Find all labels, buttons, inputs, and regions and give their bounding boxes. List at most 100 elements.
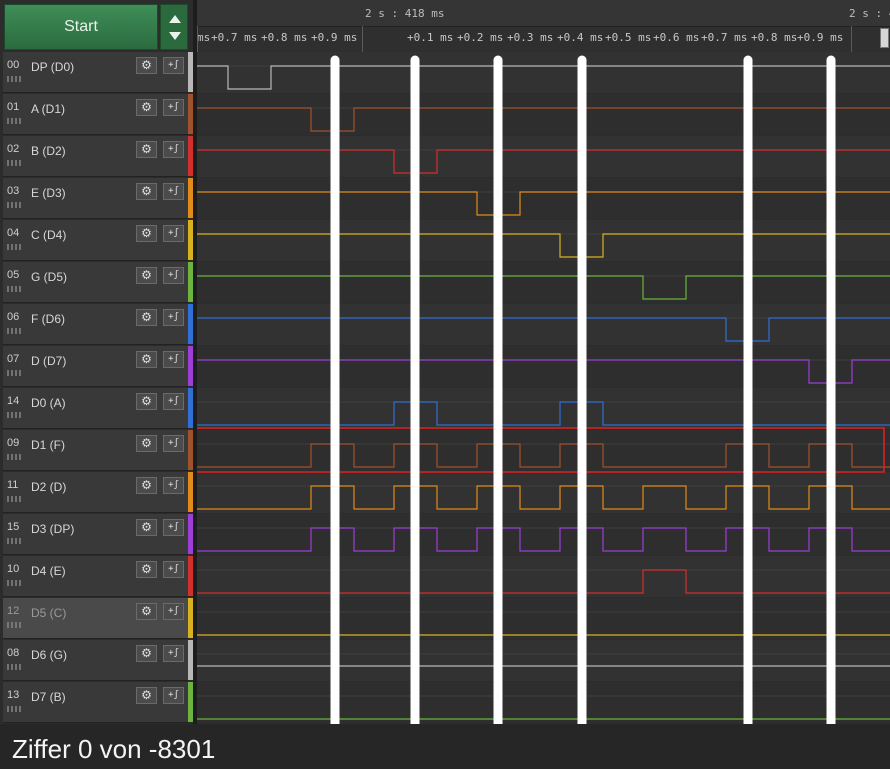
trigger-edge-icon[interactable]: +ʃ <box>163 435 184 452</box>
trigger-edge-icon[interactable]: +ʃ <box>163 393 184 410</box>
time-minor-label: +0.9 ms <box>311 31 358 44</box>
trigger-edge-icon[interactable]: +ʃ <box>163 561 184 578</box>
gear-icon[interactable]: ⚙ <box>136 393 157 410</box>
channel-row[interactable]: 00 DP (D0) ⚙ +ʃ <box>3 52 189 93</box>
trigger-edge-icon[interactable]: +ʃ <box>163 645 184 662</box>
trigger-edge-icon[interactable]: +ʃ <box>163 57 184 74</box>
channel-name[interactable]: D5 (C) <box>31 606 66 620</box>
channel-row[interactable]: 10 D4 (E) ⚙ +ʃ <box>3 556 189 597</box>
waveform-row-bg <box>197 52 890 93</box>
drag-handle-icon[interactable] <box>7 580 21 586</box>
trigger-edge-icon[interactable]: +ʃ <box>163 141 184 158</box>
drag-handle-icon[interactable] <box>7 412 21 418</box>
drag-handle-icon[interactable] <box>7 328 21 334</box>
channel-name[interactable]: D7 (B) <box>31 690 66 704</box>
channel-name[interactable]: F (D6) <box>31 312 65 326</box>
ruler-tick <box>362 26 363 52</box>
trigger-edge-icon[interactable]: +ʃ <box>163 309 184 326</box>
drag-handle-icon[interactable] <box>7 118 21 124</box>
channel-row[interactable]: 06 F (D6) ⚙ +ʃ <box>3 304 189 345</box>
gear-icon[interactable]: ⚙ <box>136 351 157 368</box>
channel-row[interactable]: 04 C (D4) ⚙ +ʃ <box>3 220 189 261</box>
channel-row[interactable]: 02 B (D2) ⚙ +ʃ <box>3 136 189 177</box>
timeline-scroll-handle[interactable] <box>880 28 889 48</box>
drag-handle-icon[interactable] <box>7 160 21 166</box>
drag-handle-icon[interactable] <box>7 622 21 628</box>
drag-handle-icon[interactable] <box>7 496 21 502</box>
gear-icon[interactable]: ⚙ <box>136 225 157 242</box>
gear-icon[interactable]: ⚙ <box>136 435 157 452</box>
trigger-edge-icon[interactable]: +ʃ <box>163 99 184 116</box>
waveform-area[interactable] <box>197 52 890 724</box>
gear-icon[interactable]: ⚙ <box>136 645 157 662</box>
drag-handle-icon[interactable] <box>7 76 21 82</box>
gear-icon[interactable]: ⚙ <box>136 99 157 116</box>
channel-name[interactable]: D3 (DP) <box>31 522 74 536</box>
trigger-edge-icon[interactable]: +ʃ <box>163 225 184 242</box>
channel-name[interactable]: D4 (E) <box>31 564 66 578</box>
ruler-tick <box>197 26 198 52</box>
trigger-edge-icon[interactable]: +ʃ <box>163 687 184 704</box>
channel-number: 02 <box>7 143 20 155</box>
channel-row[interactable]: 03 E (D3) ⚙ +ʃ <box>3 178 189 219</box>
channel-color-strip <box>188 178 193 218</box>
gear-icon[interactable]: ⚙ <box>136 603 157 620</box>
channel-number: 13 <box>7 689 20 701</box>
channel-name[interactable]: D6 (G) <box>31 648 67 662</box>
gear-icon[interactable]: ⚙ <box>136 309 157 326</box>
gear-icon[interactable]: ⚙ <box>136 57 157 74</box>
drag-handle-icon[interactable] <box>7 706 21 712</box>
channel-row[interactable]: 07 D (D7) ⚙ +ʃ <box>3 346 189 387</box>
channel-row[interactable]: 01 A (D1) ⚙ +ʃ <box>3 94 189 135</box>
channel-row[interactable]: 14 D0 (A) ⚙ +ʃ <box>3 388 189 429</box>
drag-handle-icon[interactable] <box>7 664 21 670</box>
channel-name[interactable]: DP (D0) <box>31 60 74 74</box>
channel-row[interactable]: 13 D7 (B) ⚙ +ʃ <box>3 682 189 723</box>
channel-color-strip <box>188 640 193 680</box>
gear-icon[interactable]: ⚙ <box>136 183 157 200</box>
channel-name[interactable]: C (D4) <box>31 228 66 242</box>
channel-name[interactable]: D2 (D) <box>31 480 66 494</box>
gear-icon[interactable]: ⚙ <box>136 561 157 578</box>
trigger-edge-icon[interactable]: +ʃ <box>163 351 184 368</box>
channel-row[interactable]: 11 D2 (D) ⚙ +ʃ <box>3 472 189 513</box>
drag-handle-icon[interactable] <box>7 202 21 208</box>
drag-handle-icon[interactable] <box>7 538 21 544</box>
time-minor-label: +0.5 ms <box>605 31 652 44</box>
channel-number: 03 <box>7 185 20 197</box>
channel-name[interactable]: A (D1) <box>31 102 65 116</box>
channel-row[interactable]: 15 D3 (DP) ⚙ +ʃ <box>3 514 189 555</box>
trigger-edge-icon[interactable]: +ʃ <box>163 267 184 284</box>
gear-icon[interactable]: ⚙ <box>136 519 157 536</box>
gear-icon[interactable]: ⚙ <box>136 267 157 284</box>
channel-name[interactable]: D1 (F) <box>31 438 65 452</box>
waveform-row-bg <box>197 430 890 471</box>
up-down-arrows-icon[interactable] <box>160 4 188 50</box>
trigger-edge-icon[interactable]: +ʃ <box>163 519 184 536</box>
channel-row[interactable]: 05 G (D5) ⚙ +ʃ <box>3 262 189 303</box>
gear-icon[interactable]: ⚙ <box>136 687 157 704</box>
trigger-edge-icon[interactable]: +ʃ <box>163 603 184 620</box>
drag-handle-icon[interactable] <box>7 286 21 292</box>
time-minor-label: +0.2 ms <box>457 31 504 44</box>
gear-icon[interactable]: ⚙ <box>136 477 157 494</box>
arrow-up-icon[interactable] <box>169 15 181 23</box>
channel-name[interactable]: D0 (A) <box>31 396 66 410</box>
channel-name[interactable]: B (D2) <box>31 144 66 158</box>
arrow-down-icon[interactable] <box>169 32 181 40</box>
drag-handle-icon[interactable] <box>7 370 21 376</box>
trigger-edge-icon[interactable]: +ʃ <box>163 183 184 200</box>
drag-handle-icon[interactable] <box>7 244 21 250</box>
gear-icon[interactable]: ⚙ <box>136 141 157 158</box>
channel-row[interactable]: 09 D1 (F) ⚙ +ʃ <box>3 430 189 471</box>
channel-name[interactable]: D (D7) <box>31 354 66 368</box>
channel-row[interactable]: 08 D6 (G) ⚙ +ʃ <box>3 640 189 681</box>
channel-name[interactable]: G (D5) <box>31 270 67 284</box>
channel-number: 00 <box>7 59 20 71</box>
channel-row[interactable]: 12 D5 (C) ⚙ +ʃ <box>3 598 189 639</box>
start-button[interactable]: Start <box>4 4 158 50</box>
drag-handle-icon[interactable] <box>7 454 21 460</box>
channel-name[interactable]: E (D3) <box>31 186 66 200</box>
channel-color-strip <box>188 472 193 512</box>
trigger-edge-icon[interactable]: +ʃ <box>163 477 184 494</box>
